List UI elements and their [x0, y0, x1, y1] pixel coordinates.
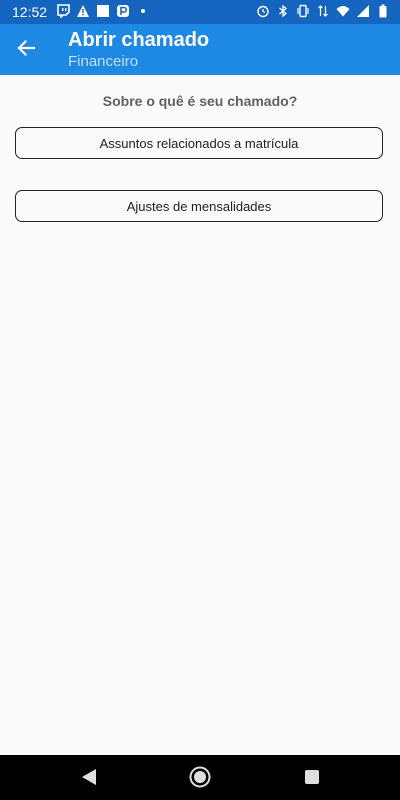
app-bar: Abrir chamado Financeiro: [0, 24, 400, 75]
signal-icon: [356, 4, 370, 18]
page-subtitle: Financeiro: [68, 53, 139, 70]
parking-icon: [116, 4, 130, 18]
question-heading: Sobre o quê é seu chamado?: [102, 93, 298, 109]
arrow-back-icon: [16, 38, 36, 63]
option-label: Ajustes de mensalidades: [126, 198, 272, 214]
wifi-icon: [336, 4, 350, 18]
nav-recents-icon: [300, 765, 324, 789]
bluetooth-icon: [276, 4, 290, 18]
page-title: Abrir chamado: [68, 29, 210, 51]
nav-back-button[interactable]: [77, 765, 101, 789]
nav-home-button[interactable]: [188, 765, 212, 789]
status-system-icons: [256, 4, 390, 18]
navigation-bar: [0, 755, 400, 800]
nav-recents-button[interactable]: [300, 765, 324, 789]
battery-icon: [376, 4, 390, 18]
dot-icon: [136, 4, 150, 18]
option-button-mensalidades[interactable]: Ajustes de mensalidades: [15, 190, 383, 222]
warning-icon: [76, 4, 90, 18]
status-bar: 12:52: [0, 0, 400, 24]
status-notification-icons: [56, 4, 150, 18]
vibrate-icon: [296, 4, 310, 18]
square-icon: [96, 4, 110, 18]
option-button-matricula[interactable]: Assuntos relacionados a matrícula: [15, 127, 383, 159]
option-label: Assuntos relacionados a matrícula: [99, 135, 299, 151]
alarm-icon: [256, 4, 270, 18]
back-button[interactable]: [10, 34, 42, 66]
status-time: 12:52: [12, 4, 48, 20]
twitch-icon: [56, 4, 70, 18]
data-arrows-icon: [316, 4, 330, 18]
nav-home-icon: [188, 765, 212, 789]
nav-back-icon: [77, 765, 101, 789]
